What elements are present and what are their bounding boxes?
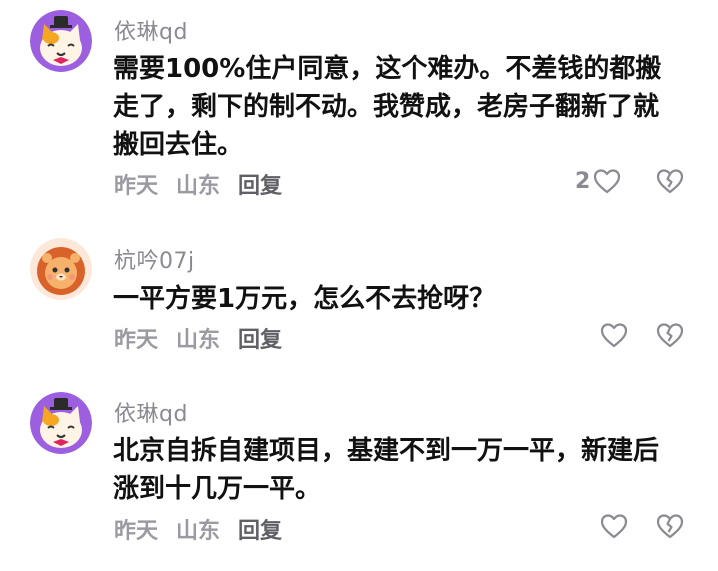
broken-heart-icon bbox=[656, 169, 684, 194]
username[interactable]: 杭吟07j bbox=[114, 243, 195, 275]
reply-button[interactable]: 回复 bbox=[238, 513, 282, 545]
like-button[interactable] bbox=[597, 511, 629, 541]
cat-avatar-icon bbox=[30, 392, 92, 454]
heart-icon bbox=[600, 514, 628, 539]
heart-icon bbox=[600, 323, 628, 348]
comment-time: 昨天 bbox=[114, 174, 159, 199]
dislike-button[interactable] bbox=[655, 511, 685, 541]
comment-meta: 昨天 山东 回复 bbox=[114, 513, 282, 545]
dislike-button[interactable] bbox=[655, 320, 685, 350]
comment-meta: 昨天 山东 回复 bbox=[114, 322, 282, 354]
comment-location: 山东 bbox=[176, 328, 221, 353]
username[interactable]: 依琳qd bbox=[114, 396, 188, 428]
comment-time: 昨天 bbox=[114, 519, 159, 544]
like-count: 2 bbox=[575, 168, 591, 194]
like-button[interactable]: 2 bbox=[575, 166, 622, 196]
comment-location: 山东 bbox=[176, 174, 221, 199]
avatar[interactable] bbox=[30, 392, 92, 454]
avatar[interactable] bbox=[30, 10, 92, 72]
comment-text: 北京自拆自建项目，基建不到一万一平，新建后涨到十几万一平。 bbox=[113, 436, 660, 504]
avatar[interactable] bbox=[30, 238, 92, 300]
reply-button[interactable]: 回复 bbox=[238, 322, 282, 354]
dislike-button[interactable] bbox=[655, 166, 685, 196]
comment-location: 山东 bbox=[176, 519, 221, 544]
username[interactable]: 依琳qd bbox=[114, 14, 188, 46]
comment-meta: 昨天 山东 回复 bbox=[114, 168, 282, 200]
reply-button[interactable]: 回复 bbox=[238, 168, 282, 200]
comment-time: 昨天 bbox=[114, 328, 159, 353]
comment-text: 需要100%住户同意，这个难办。不差钱的都搬走了，剩下的制不动。我赞成，老房子翻… bbox=[113, 54, 662, 160]
like-button[interactable] bbox=[597, 320, 629, 350]
comment-text: 一平方要1万元，怎么不去抢呀？ bbox=[113, 284, 496, 314]
heart-icon bbox=[594, 169, 621, 194]
broken-heart-icon bbox=[656, 514, 684, 539]
cat-avatar-icon bbox=[30, 10, 92, 72]
lion-avatar-icon bbox=[30, 238, 92, 300]
broken-heart-icon bbox=[656, 323, 684, 348]
